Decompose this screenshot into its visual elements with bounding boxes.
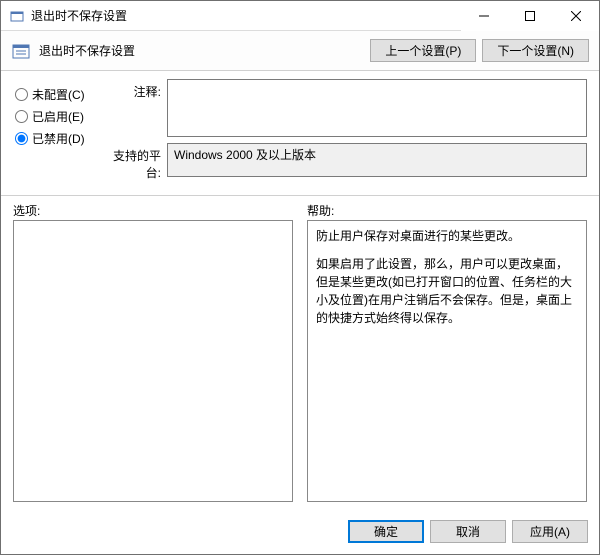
help-paragraph: 防止用户保存对桌面进行的某些更改。 bbox=[316, 227, 578, 245]
state-radio-group: 未配置(C) 已启用(E) 已禁用(D) bbox=[13, 79, 109, 149]
config-area: 未配置(C) 已启用(E) 已禁用(D) 注释: 支持的平台: Windows … bbox=[1, 71, 599, 187]
radio-enabled[interactable]: 已启用(E) bbox=[13, 105, 109, 127]
maximize-button[interactable] bbox=[507, 1, 553, 31]
previous-setting-button[interactable]: 上一个设置(P) bbox=[370, 39, 476, 62]
radio-enabled-input[interactable] bbox=[15, 110, 28, 123]
header-strip: 退出时不保存设置 上一个设置(P) 下一个设置(N) bbox=[1, 31, 599, 71]
ok-button[interactable]: 确定 bbox=[348, 520, 424, 543]
header-title: 退出时不保存设置 bbox=[39, 42, 364, 59]
minimize-button[interactable] bbox=[461, 1, 507, 31]
policy-icon bbox=[9, 8, 25, 24]
comment-label: 注释: bbox=[109, 79, 167, 137]
help-box: 防止用户保存对桌面进行的某些更改。 如果启用了此设置，那么，用户可以更改桌面，但… bbox=[307, 220, 587, 502]
radio-disabled-label: 已禁用(D) bbox=[32, 130, 85, 147]
supported-platform-box: Windows 2000 及以上版本 bbox=[167, 143, 587, 177]
cancel-button[interactable]: 取消 bbox=[430, 520, 506, 543]
supported-platform-text: Windows 2000 及以上版本 bbox=[174, 148, 316, 162]
platform-label: 支持的平台: bbox=[109, 143, 167, 181]
radio-enabled-label: 已启用(E) bbox=[32, 108, 84, 125]
window-titlebar: 退出时不保存设置 bbox=[1, 1, 599, 31]
window-title: 退出时不保存设置 bbox=[31, 7, 127, 24]
policy-large-icon bbox=[11, 41, 31, 61]
help-label: 帮助: bbox=[307, 200, 587, 220]
close-button[interactable] bbox=[553, 1, 599, 31]
comment-input[interactable] bbox=[167, 79, 587, 137]
dialog-footer: 确定 取消 应用(A) bbox=[348, 520, 588, 543]
radio-not-configured[interactable]: 未配置(C) bbox=[13, 83, 109, 105]
radio-disabled[interactable]: 已禁用(D) bbox=[13, 127, 109, 149]
next-setting-button[interactable]: 下一个设置(N) bbox=[482, 39, 589, 62]
section-divider bbox=[1, 195, 599, 196]
options-box bbox=[13, 220, 293, 502]
apply-button[interactable]: 应用(A) bbox=[512, 520, 588, 543]
lower-area: 选项: 帮助: 防止用户保存对桌面进行的某些更改。 如果启用了此设置，那么，用户… bbox=[1, 200, 599, 502]
help-paragraph: 如果启用了此设置，那么，用户可以更改桌面，但是某些更改(如已打开窗口的位置、任务… bbox=[316, 255, 578, 327]
radio-not-configured-input[interactable] bbox=[15, 88, 28, 101]
radio-disabled-input[interactable] bbox=[15, 132, 28, 145]
options-label: 选项: bbox=[13, 200, 293, 220]
radio-not-configured-label: 未配置(C) bbox=[32, 86, 85, 103]
